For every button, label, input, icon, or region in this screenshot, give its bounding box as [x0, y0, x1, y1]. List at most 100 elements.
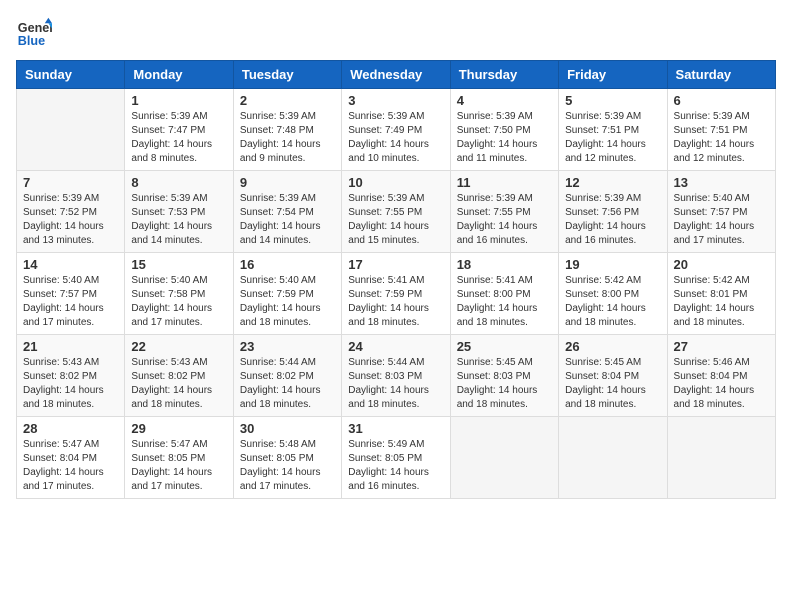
calendar-cell: 21 Sunrise: 5:43 AM Sunset: 8:02 PM Dayli… — [17, 335, 125, 417]
calendar-cell: 29 Sunrise: 5:47 AM Sunset: 8:05 PM Dayli… — [125, 417, 233, 499]
calendar-cell: 15 Sunrise: 5:40 AM Sunset: 7:58 PM Dayli… — [125, 253, 233, 335]
logo-icon: General Blue — [16, 16, 52, 52]
calendar-cell: 8 Sunrise: 5:39 AM Sunset: 7:53 PM Daylig… — [125, 171, 233, 253]
day-info: Sunrise: 5:43 AM Sunset: 8:02 PM Dayligh… — [23, 356, 118, 412]
day-number: 17 — [348, 257, 443, 272]
day-of-week-header: Tuesday — [233, 61, 341, 89]
day-of-week-header: Friday — [559, 61, 667, 89]
day-number: 2 — [240, 93, 335, 108]
calendar-cell: 6 Sunrise: 5:39 AM Sunset: 7:51 PM Daylig… — [667, 89, 775, 171]
day-number: 13 — [674, 175, 769, 190]
day-info: Sunrise: 5:49 AM Sunset: 8:05 PM Dayligh… — [348, 438, 443, 494]
calendar-week-row: 28Sunrise: 5:47 AM Sunset: 8:04 PM Dayli… — [17, 417, 776, 499]
day-info: Sunrise: 5:41 AM Sunset: 8:00 PM Dayligh… — [457, 274, 552, 330]
day-info: Sunrise: 5:40 AM Sunset: 7:58 PM Dayligh… — [131, 274, 226, 330]
day-info: Sunrise: 5:39 AM Sunset: 7:50 PM Dayligh… — [457, 110, 552, 166]
day-info: Sunrise: 5:42 AM Sunset: 8:01 PM Dayligh… — [674, 274, 769, 330]
day-info: Sunrise: 5:39 AM Sunset: 7:51 PM Dayligh… — [674, 110, 769, 166]
calendar-cell: 14 Sunrise: 5:40 AM Sunset: 7:57 PM Dayli… — [17, 253, 125, 335]
day-number: 7 — [23, 175, 118, 190]
calendar-cell: 10Sunrise: 5:39 AM Sunset: 7:55 PM Dayli… — [342, 171, 450, 253]
svg-text:Blue: Blue — [18, 34, 45, 48]
day-number: 5 — [565, 93, 660, 108]
calendar-cell — [17, 89, 125, 171]
calendar-cell: 23Sunrise: 5:44 AM Sunset: 8:02 PM Dayli… — [233, 335, 341, 417]
page-header: General Blue — [16, 16, 776, 52]
day-info: Sunrise: 5:46 AM Sunset: 8:04 PM Dayligh… — [674, 356, 769, 412]
day-info: Sunrise: 5:45 AM Sunset: 8:03 PM Dayligh… — [457, 356, 552, 412]
day-number: 29 — [131, 421, 226, 436]
calendar-cell: 31 Sunrise: 5:49 AM Sunset: 8:05 PM Dayli… — [342, 417, 450, 499]
day-number: 22 — [131, 339, 226, 354]
day-info: Sunrise: 5:39 AM Sunset: 7:53 PM Dayligh… — [131, 192, 226, 248]
day-number: 19 — [565, 257, 660, 272]
day-info: Sunrise: 5:39 AM Sunset: 7:51 PM Dayligh… — [565, 110, 660, 166]
day-info: Sunrise: 5:41 AM Sunset: 7:59 PM Dayligh… — [348, 274, 443, 330]
day-number: 16 — [240, 257, 335, 272]
day-of-week-header: Thursday — [450, 61, 558, 89]
day-info: Sunrise: 5:43 AM Sunset: 8:02 PM Dayligh… — [131, 356, 226, 412]
day-info: Sunrise: 5:40 AM Sunset: 7:59 PM Dayligh… — [240, 274, 335, 330]
calendar-cell — [667, 417, 775, 499]
day-of-week-header: Wednesday — [342, 61, 450, 89]
day-info: Sunrise: 5:39 AM Sunset: 7:52 PM Dayligh… — [23, 192, 118, 248]
day-info: Sunrise: 5:40 AM Sunset: 7:57 PM Dayligh… — [674, 192, 769, 248]
day-info: Sunrise: 5:45 AM Sunset: 8:04 PM Dayligh… — [565, 356, 660, 412]
day-number: 8 — [131, 175, 226, 190]
calendar-cell: 16 Sunrise: 5:40 AM Sunset: 7:59 PM Dayli… — [233, 253, 341, 335]
day-number: 12 — [565, 175, 660, 190]
calendar-cell: 28Sunrise: 5:47 AM Sunset: 8:04 PM Dayli… — [17, 417, 125, 499]
day-number: 30 — [240, 421, 335, 436]
day-of-week-header: Monday — [125, 61, 233, 89]
day-info: Sunrise: 5:44 AM Sunset: 8:03 PM Dayligh… — [348, 356, 443, 412]
calendar-table: SundayMondayTuesdayWednesdayThursdayFrid… — [16, 60, 776, 499]
calendar-cell: 19 Sunrise: 5:42 AM Sunset: 8:00 PM Dayli… — [559, 253, 667, 335]
day-number: 6 — [674, 93, 769, 108]
calendar-cell: 7 Sunrise: 5:39 AM Sunset: 7:52 PM Daylig… — [17, 171, 125, 253]
calendar-cell: 12 Sunrise: 5:39 AM Sunset: 7:56 PM Dayli… — [559, 171, 667, 253]
day-info: Sunrise: 5:39 AM Sunset: 7:56 PM Dayligh… — [565, 192, 660, 248]
day-info: Sunrise: 5:39 AM Sunset: 7:47 PM Dayligh… — [131, 110, 226, 166]
calendar-cell: 4 Sunrise: 5:39 AM Sunset: 7:50 PM Daylig… — [450, 89, 558, 171]
day-info: Sunrise: 5:47 AM Sunset: 8:04 PM Dayligh… — [23, 438, 118, 494]
day-info: Sunrise: 5:42 AM Sunset: 8:00 PM Dayligh… — [565, 274, 660, 330]
calendar-week-row: 14 Sunrise: 5:40 AM Sunset: 7:57 PM Dayli… — [17, 253, 776, 335]
calendar-cell: 30 Sunrise: 5:48 AM Sunset: 8:05 PM Dayli… — [233, 417, 341, 499]
calendar-cell: 27Sunrise: 5:46 AM Sunset: 8:04 PM Dayli… — [667, 335, 775, 417]
calendar-cell: 9Sunrise: 5:39 AM Sunset: 7:54 PM Daylig… — [233, 171, 341, 253]
day-info: Sunrise: 5:48 AM Sunset: 8:05 PM Dayligh… — [240, 438, 335, 494]
day-number: 15 — [131, 257, 226, 272]
day-info: Sunrise: 5:39 AM Sunset: 7:55 PM Dayligh… — [457, 192, 552, 248]
calendar-week-row: 1 Sunrise: 5:39 AM Sunset: 7:47 PM Daylig… — [17, 89, 776, 171]
calendar-cell: 17 Sunrise: 5:41 AM Sunset: 7:59 PM Dayli… — [342, 253, 450, 335]
day-info: Sunrise: 5:39 AM Sunset: 7:54 PM Dayligh… — [240, 192, 335, 248]
calendar-cell — [450, 417, 558, 499]
calendar-cell: 3Sunrise: 5:39 AM Sunset: 7:49 PM Daylig… — [342, 89, 450, 171]
calendar-cell: 5 Sunrise: 5:39 AM Sunset: 7:51 PM Daylig… — [559, 89, 667, 171]
calendar-header-row: SundayMondayTuesdayWednesdayThursdayFrid… — [17, 61, 776, 89]
calendar-week-row: 21 Sunrise: 5:43 AM Sunset: 8:02 PM Dayli… — [17, 335, 776, 417]
day-number: 1 — [131, 93, 226, 108]
day-number: 31 — [348, 421, 443, 436]
logo: General Blue — [16, 16, 52, 52]
day-number: 23 — [240, 339, 335, 354]
day-info: Sunrise: 5:39 AM Sunset: 7:48 PM Dayligh… — [240, 110, 335, 166]
calendar-cell: 11 Sunrise: 5:39 AM Sunset: 7:55 PM Dayli… — [450, 171, 558, 253]
calendar-cell: 24Sunrise: 5:44 AM Sunset: 8:03 PM Dayli… — [342, 335, 450, 417]
day-number: 11 — [457, 175, 552, 190]
day-number: 21 — [23, 339, 118, 354]
day-number: 18 — [457, 257, 552, 272]
calendar-week-row: 7 Sunrise: 5:39 AM Sunset: 7:52 PM Daylig… — [17, 171, 776, 253]
day-number: 14 — [23, 257, 118, 272]
calendar-cell — [559, 417, 667, 499]
day-info: Sunrise: 5:40 AM Sunset: 7:57 PM Dayligh… — [23, 274, 118, 330]
day-of-week-header: Sunday — [17, 61, 125, 89]
day-number: 3 — [348, 93, 443, 108]
calendar-cell: 13 Sunrise: 5:40 AM Sunset: 7:57 PM Dayli… — [667, 171, 775, 253]
day-info: Sunrise: 5:39 AM Sunset: 7:55 PM Dayligh… — [348, 192, 443, 248]
day-number: 4 — [457, 93, 552, 108]
day-number: 20 — [674, 257, 769, 272]
calendar-cell: 25Sunrise: 5:45 AM Sunset: 8:03 PM Dayli… — [450, 335, 558, 417]
calendar-cell: 26Sunrise: 5:45 AM Sunset: 8:04 PM Dayli… — [559, 335, 667, 417]
day-info: Sunrise: 5:47 AM Sunset: 8:05 PM Dayligh… — [131, 438, 226, 494]
